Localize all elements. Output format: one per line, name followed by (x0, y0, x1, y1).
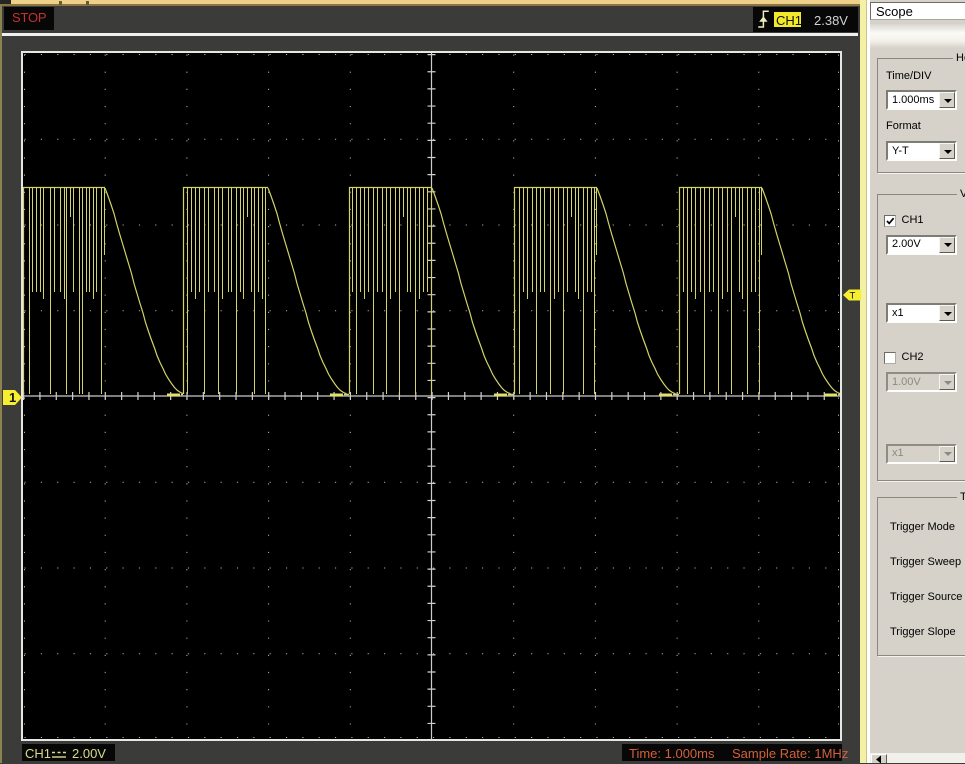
svg-text:1: 1 (9, 390, 16, 405)
svg-text:T: T (850, 291, 856, 302)
